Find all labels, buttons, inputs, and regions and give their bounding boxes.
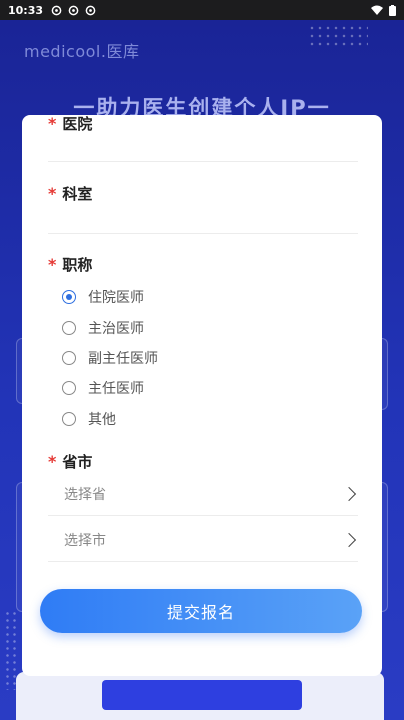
title-option-associate-chief[interactable]: 副主任医师 bbox=[62, 348, 158, 368]
department-label-text: 科室 bbox=[62, 185, 93, 203]
option-label: 其他 bbox=[88, 412, 116, 428]
app-logo: medicool.医库 bbox=[24, 42, 140, 61]
background-banner bbox=[102, 680, 302, 710]
province-select[interactable]: 选择省 bbox=[48, 472, 358, 516]
divider bbox=[48, 161, 358, 162]
province-placeholder: 选择省 bbox=[64, 486, 106, 503]
registration-modal: * 医院 * 科室 * 职称 住院医师 主治医师 副主任医师 主任医师 其他 *… bbox=[22, 115, 382, 676]
notification-icon bbox=[85, 5, 96, 15]
required-mark: * bbox=[48, 184, 57, 203]
title-option-chief[interactable]: 主任医师 bbox=[62, 378, 144, 398]
required-mark: * bbox=[48, 452, 57, 471]
title-option-attending[interactable]: 主治医师 bbox=[62, 318, 144, 338]
title-label-text: 职称 bbox=[62, 256, 93, 274]
option-label: 住院医师 bbox=[88, 290, 144, 306]
hospital-input[interactable] bbox=[48, 131, 358, 161]
required-mark: * bbox=[48, 255, 57, 274]
divider bbox=[48, 233, 358, 234]
radio-checked-icon bbox=[62, 290, 76, 304]
battery-icon bbox=[389, 4, 396, 16]
city-placeholder: 选择市 bbox=[64, 532, 106, 549]
radio-unchecked-icon bbox=[62, 351, 76, 365]
title-option-resident[interactable]: 住院医师 bbox=[62, 287, 144, 307]
status-time: 10:33 bbox=[8, 3, 44, 17]
option-label: 主治医师 bbox=[88, 321, 144, 337]
title-label: * 职称 bbox=[48, 254, 92, 275]
department-input[interactable] bbox=[48, 203, 358, 233]
notification-icon bbox=[51, 5, 62, 15]
radio-unchecked-icon bbox=[62, 321, 76, 335]
radio-unchecked-icon bbox=[62, 381, 76, 395]
decorative-dots bbox=[308, 24, 368, 48]
department-label: * 科室 bbox=[48, 183, 92, 204]
region-label: * 省市 bbox=[48, 451, 92, 472]
submit-button[interactable]: 提交报名 bbox=[40, 589, 362, 633]
region-label-text: 省市 bbox=[62, 453, 93, 471]
city-select[interactable]: 选择市 bbox=[48, 518, 358, 562]
status-bar: 10:33 bbox=[0, 0, 404, 20]
notification-icon bbox=[68, 5, 79, 15]
option-label: 主任医师 bbox=[88, 381, 144, 397]
title-option-other[interactable]: 其他 bbox=[62, 409, 116, 429]
radio-unchecked-icon bbox=[62, 412, 76, 426]
chevron-right-icon bbox=[341, 532, 357, 547]
wifi-icon bbox=[371, 5, 383, 15]
option-label: 副主任医师 bbox=[88, 351, 158, 367]
chevron-right-icon bbox=[341, 486, 357, 501]
